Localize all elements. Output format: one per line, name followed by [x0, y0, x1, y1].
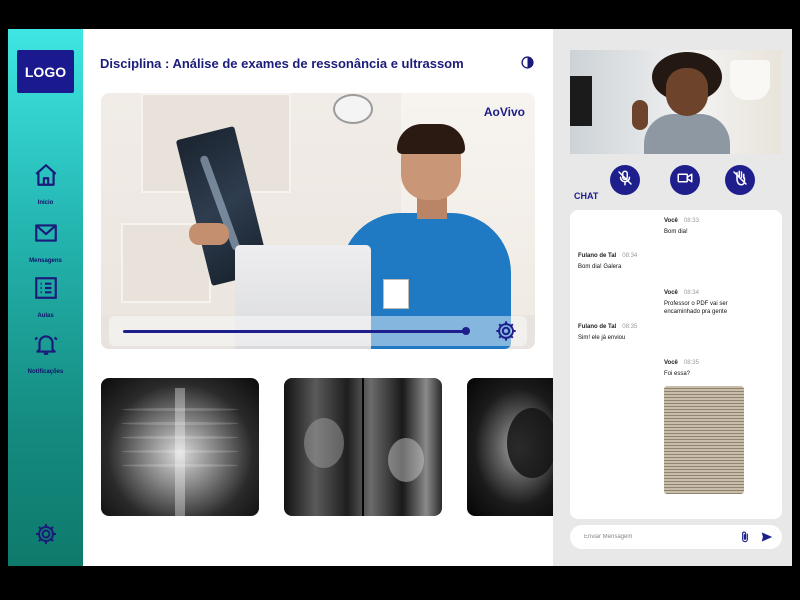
- chest-xray-image[interactable]: [101, 378, 259, 516]
- message-author: Você: [664, 290, 678, 296]
- message-text: Bom dia! Galera: [578, 264, 622, 270]
- message-text: Sim! ele já enviou: [578, 335, 626, 341]
- app-window: LOGO Início Mensagens Aulas Notificações: [8, 29, 792, 566]
- sidebar-item-mensagens[interactable]: Mensagens: [8, 220, 83, 264]
- sidebar-item-label: Aulas: [37, 313, 54, 319]
- raise-hand-button[interactable]: [725, 165, 755, 195]
- background-tv: [570, 76, 592, 126]
- message-time: 08:34: [622, 253, 638, 259]
- progress-track[interactable]: [123, 330, 466, 333]
- chat-messages[interactable]: Você 08:33 Bom dia! Fulano de Tal 08:34 Bo…: [570, 210, 782, 519]
- video-player[interactable]: AoVivo: [101, 93, 535, 349]
- document-attachment[interactable]: [664, 386, 744, 494]
- sidebar-item-inicio[interactable]: Início: [8, 162, 83, 206]
- mic-off-icon: [616, 169, 634, 192]
- chat-title: CHAT: [574, 191, 599, 201]
- id-badge: [383, 279, 409, 309]
- main-content: Disciplina : Análise de exames de resson…: [83, 29, 553, 566]
- chat-message: Você 08:33 Bom dia!: [664, 217, 699, 236]
- video-camera-icon: [676, 169, 694, 192]
- message-text: Professor o PDF vai ser encaminhado pra …: [664, 301, 728, 315]
- doctor-hair: [397, 124, 465, 154]
- message-author: Fulano de Tal: [578, 253, 617, 259]
- progress-knob[interactable]: [462, 327, 470, 335]
- camera-button[interactable]: [670, 165, 700, 195]
- gear-icon[interactable]: [495, 320, 517, 342]
- background-lamp: [730, 60, 770, 100]
- participant-body: [644, 114, 730, 154]
- sidebar-item-notificacoes[interactable]: Notificações: [8, 331, 83, 375]
- chat-message: Você 08:35 Foi essa?: [664, 359, 699, 378]
- message-author: Você: [664, 360, 678, 366]
- message-author: Fulano de Tal: [578, 324, 617, 330]
- sidebar-item-label: Início: [37, 200, 54, 206]
- paperclip-icon[interactable]: [738, 530, 752, 544]
- participant-face: [666, 68, 708, 116]
- chat-message: Fulano de Tal 08:34 Bom dia! Galera: [578, 252, 637, 271]
- logo: LOGO: [17, 50, 74, 93]
- page-title: Disciplina : Análise de exames de resson…: [100, 56, 464, 71]
- sidebar: LOGO Início Mensagens Aulas Notificações: [8, 29, 83, 566]
- video-controls: [109, 316, 527, 346]
- mute-button[interactable]: [610, 165, 640, 195]
- message-text: Foi essa?: [664, 371, 691, 377]
- right-panel: CHAT Você 08:33 Bom dia! Fulano de Tal 08:…: [553, 29, 792, 566]
- message-text: Bom dia!: [664, 229, 688, 235]
- participant-video[interactable]: [570, 50, 781, 154]
- sidebar-item-label: Notificações: [27, 369, 64, 375]
- message-time: 08:34: [683, 290, 699, 296]
- mail-icon: [33, 220, 59, 251]
- message-time: 08:35: [622, 324, 638, 330]
- message-time: 08:33: [683, 218, 699, 224]
- list-icon: [33, 275, 59, 306]
- live-badge: AoVivo: [483, 105, 525, 119]
- send-icon[interactable]: [760, 530, 774, 544]
- mri-scan-image[interactable]: [284, 378, 442, 516]
- gear-icon[interactable]: [34, 522, 58, 546]
- message-input[interactable]: [584, 531, 734, 543]
- brightness-icon[interactable]: [521, 56, 534, 69]
- participant-hand: [632, 100, 648, 130]
- hand-off-icon: [731, 169, 749, 192]
- wall-clock: [333, 94, 373, 124]
- message-time: 08:35: [683, 360, 699, 366]
- message-author: Você: [664, 218, 678, 224]
- message-input-bar: [570, 525, 782, 549]
- bell-icon: [33, 331, 59, 362]
- ultrasound-image[interactable]: [467, 378, 553, 516]
- sidebar-item-label: Mensagens: [29, 258, 62, 264]
- sidebar-item-aulas[interactable]: Aulas: [8, 275, 83, 319]
- doctor-hand: [189, 223, 229, 245]
- chat-message: Fulano de Tal 08:35 Sim! ele já enviou: [578, 323, 637, 342]
- chat-message: Você 08:34 Professor o PDF vai ser encami…: [664, 289, 764, 316]
- home-icon: [33, 162, 59, 193]
